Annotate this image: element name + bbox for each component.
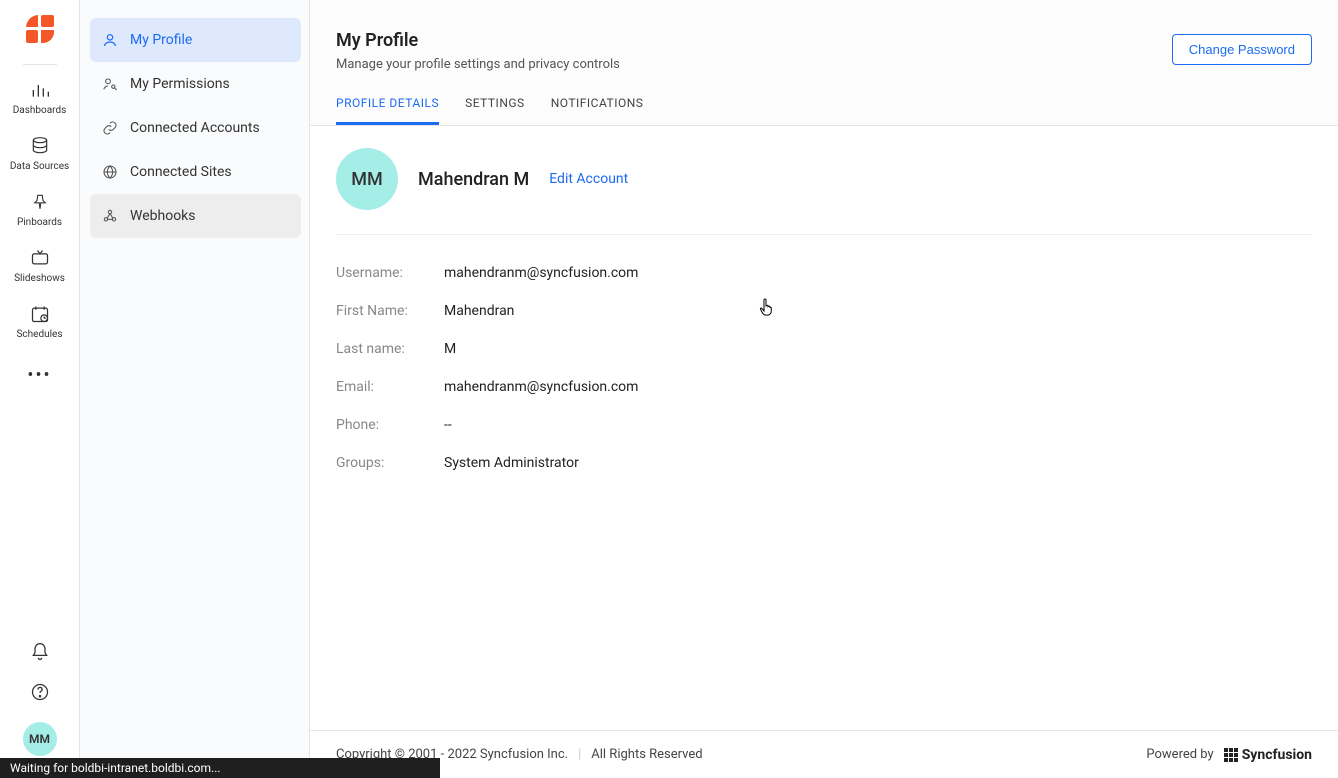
field-value: mahendranm@syncfusion.com — [444, 379, 638, 395]
globe-icon — [102, 164, 118, 180]
brand-name: Syncfusion — [1242, 747, 1312, 763]
powered-by-label: Powered by — [1146, 747, 1213, 762]
subnav-label: My Profile — [130, 32, 192, 48]
field-value: System Administrator — [444, 455, 579, 471]
edit-account-link[interactable]: Edit Account — [549, 171, 628, 187]
subnav-connected-accounts[interactable]: Connected Accounts — [90, 106, 301, 150]
field-email: Email: mahendranm@syncfusion.com — [336, 379, 1312, 395]
subnav-label: My Permissions — [130, 76, 230, 92]
change-password-button[interactable]: Change Password — [1172, 34, 1312, 65]
user-avatar-small[interactable]: MM — [23, 722, 57, 756]
app-logo[interactable] — [25, 14, 55, 44]
bar-chart-icon — [29, 79, 51, 101]
field-username: Username: mahendranm@syncfusion.com — [336, 265, 1312, 281]
field-firstname: First Name: Mahendran — [336, 303, 1312, 319]
main-content: My Profile Manage your profile settings … — [310, 0, 1338, 778]
link-icon — [102, 120, 118, 136]
profile-fields: Username: mahendranm@syncfusion.com Firs… — [336, 265, 1312, 471]
field-phone: Phone: -- — [336, 417, 1312, 433]
page-title: My Profile — [336, 30, 1312, 51]
rail-item-datasources[interactable]: Data Sources — [0, 135, 79, 191]
avatar-initials: MM — [29, 732, 50, 746]
database-icon — [29, 135, 51, 157]
subnav-connected-sites[interactable]: Connected Sites — [90, 150, 301, 194]
tv-icon — [29, 247, 51, 269]
field-label: Username: — [336, 265, 444, 281]
subnav-my-permissions[interactable]: My Permissions — [90, 62, 301, 106]
profile-header-row: MM Mahendran M Edit Account — [336, 148, 1312, 235]
subnav-my-profile[interactable]: My Profile — [90, 18, 301, 62]
field-value: Mahendran — [444, 303, 514, 319]
field-groups: Groups: System Administrator — [336, 455, 1312, 471]
field-label: Phone: — [336, 417, 444, 433]
field-label: Email: — [336, 379, 444, 395]
bell-icon[interactable] — [30, 642, 50, 662]
tab-profile-details[interactable]: PROFILE DETAILS — [336, 96, 439, 125]
rail-item-dashboards[interactable]: Dashboards — [0, 79, 79, 135]
avatar-initials: MM — [351, 169, 382, 190]
help-icon[interactable] — [30, 682, 50, 702]
rail-label: Dashboards — [13, 105, 67, 116]
calendar-icon — [29, 303, 51, 325]
user-key-icon — [102, 76, 118, 92]
status-text: Waiting for boldbi-intranet.boldbi.com..… — [10, 761, 221, 775]
subnav-label: Webhooks — [130, 208, 196, 224]
tabs: PROFILE DETAILS SETTINGS NOTIFICATIONS — [336, 96, 1312, 125]
rail-label: Slideshows — [14, 273, 65, 284]
field-lastname: Last name: M — [336, 341, 1312, 357]
syncfusion-logo[interactable]: Syncfusion — [1224, 747, 1312, 763]
field-label: Groups: — [336, 455, 444, 471]
rail-label: Pinboards — [17, 217, 62, 228]
tab-notifications[interactable]: NOTIFICATIONS — [551, 96, 644, 125]
browser-status-bar: Waiting for boldbi-intranet.boldbi.com..… — [0, 758, 440, 778]
field-value: -- — [444, 417, 452, 433]
subnav-webhooks[interactable]: Webhooks — [90, 194, 301, 238]
rail-label: Schedules — [16, 329, 62, 340]
field-value: mahendranm@syncfusion.com — [444, 265, 638, 281]
tab-settings[interactable]: SETTINGS — [465, 96, 525, 125]
subnav-label: Connected Accounts — [130, 120, 260, 136]
rights-text: All Rights Reserved — [591, 747, 702, 762]
rail-label: Data Sources — [10, 161, 69, 172]
profile-subnav: My Profile My Permissions Connected Acco… — [80, 0, 310, 778]
field-label: Last name: — [336, 341, 444, 357]
page-header: My Profile Manage your profile settings … — [310, 0, 1338, 126]
rail-item-schedules[interactable]: Schedules — [0, 303, 79, 359]
more-menu-icon[interactable]: ••• — [27, 359, 51, 386]
user-icon — [102, 32, 118, 48]
page-subtitle: Manage your profile settings and privacy… — [336, 57, 1312, 72]
page-footer: Copyright © 2001 - 2022 Syncfusion Inc. … — [310, 730, 1338, 778]
footer-separator: | — [578, 747, 581, 762]
left-rail: Dashboards Data Sources Pinboards Slides… — [0, 0, 80, 778]
field-label: First Name: — [336, 303, 444, 319]
user-avatar-large: MM — [336, 148, 398, 210]
webhook-icon — [102, 208, 118, 224]
profile-details-panel: MM Mahendran M Edit Account Username: ma… — [310, 126, 1338, 730]
rail-item-pinboards[interactable]: Pinboards — [0, 191, 79, 247]
profile-display-name: Mahendran M — [418, 169, 529, 190]
field-value: M — [444, 341, 456, 357]
subnav-label: Connected Sites — [130, 164, 232, 180]
rail-divider — [23, 64, 57, 65]
pin-icon — [29, 191, 51, 213]
rail-item-slideshows[interactable]: Slideshows — [0, 247, 79, 303]
